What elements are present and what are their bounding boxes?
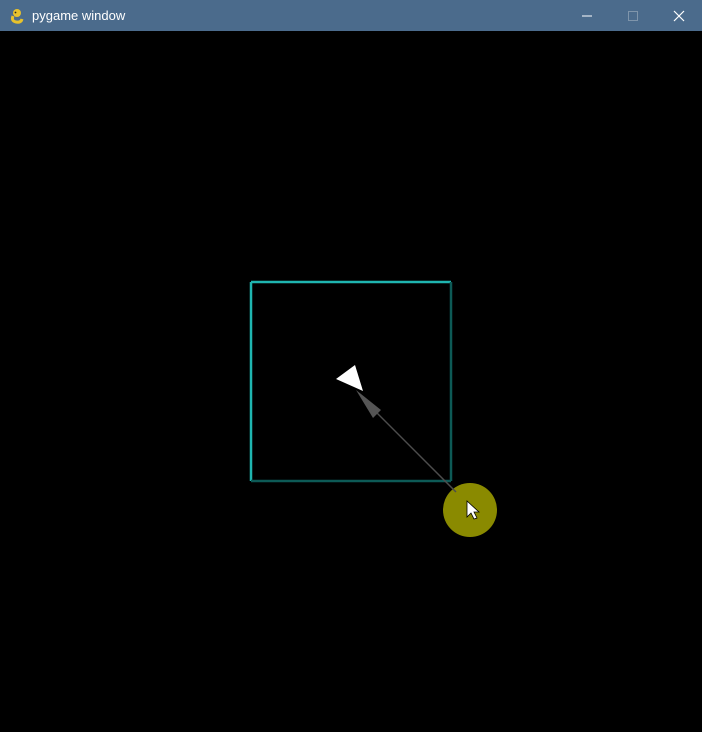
close-button[interactable] xyxy=(656,0,702,31)
maximize-button[interactable] xyxy=(610,0,656,31)
steering-vector-line xyxy=(365,401,457,493)
close-icon xyxy=(673,10,685,21)
minimize-button[interactable] xyxy=(564,0,610,31)
game-canvas[interactable] xyxy=(0,31,702,732)
game-scene xyxy=(249,280,497,537)
title-bar[interactable]: pygame window xyxy=(0,0,702,31)
pygame-snake-icon xyxy=(8,7,26,25)
maximize-icon xyxy=(628,10,638,21)
window-controls xyxy=(564,0,702,31)
window-title: pygame window xyxy=(32,8,126,23)
pygame-window: pygame window xyxy=(0,0,702,732)
agent-arrow xyxy=(336,365,363,391)
minimize-icon xyxy=(582,15,592,16)
